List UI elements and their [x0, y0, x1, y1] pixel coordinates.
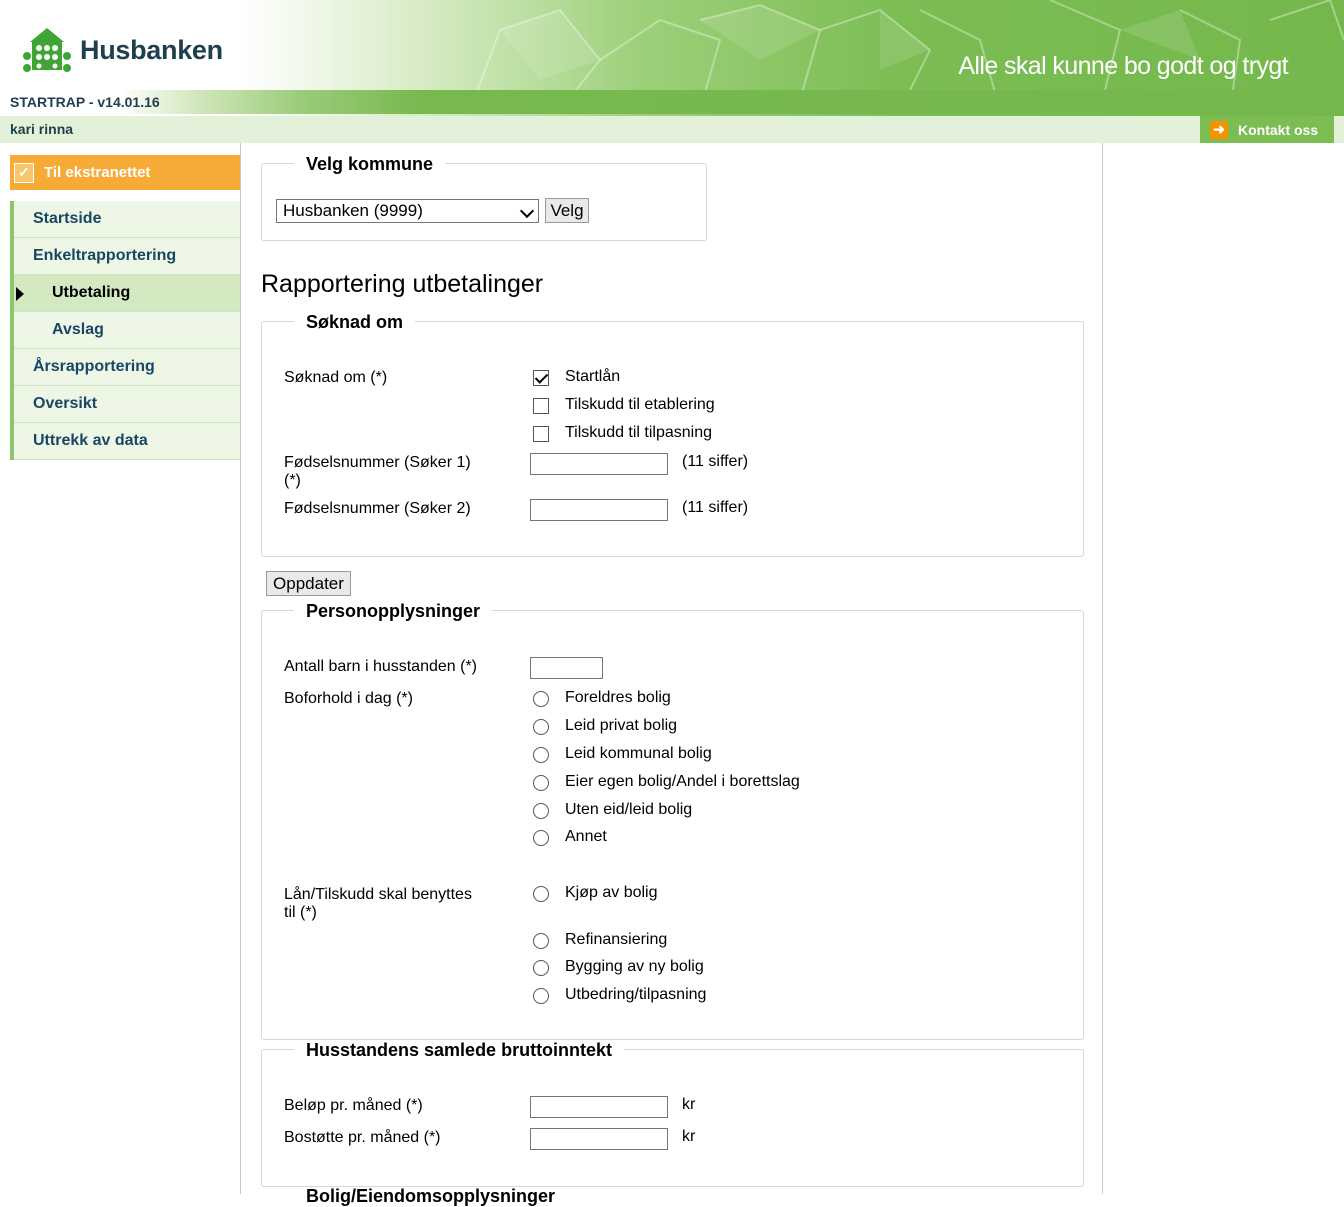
belop-unit: kr: [682, 1096, 696, 1113]
content-border-right: [1102, 143, 1103, 1194]
app-version: STARTRAP - v14.01.16: [10, 94, 160, 110]
sidebar-item-uttrekk[interactable]: Uttrekk av data: [14, 423, 241, 460]
kommune-selected-value: Husbanken (9999): [283, 201, 423, 220]
sidebar-item-label: Uttrekk av data: [33, 432, 148, 449]
sidebar-item-label: Utbetaling: [52, 284, 131, 301]
sidebar-item-avslag[interactable]: Avslag: [14, 312, 241, 349]
boforhold-radio-foreldres[interactable]: [533, 691, 549, 707]
logo-text: Husbanken: [80, 34, 223, 65]
boforhold-label: Boforhold i dag (*): [284, 690, 413, 707]
boforhold-option-label: Leid kommunal bolig: [565, 745, 712, 762]
fnr1-label-line1: Fødselsnummer (Søker 1): [284, 454, 471, 471]
contact-label: Kontakt oss: [1238, 121, 1319, 138]
boforhold-radio-annet[interactable]: [533, 830, 549, 846]
sidebar-item-label: Startside: [33, 210, 102, 227]
version-bar: STARTRAP - v14.01.16: [0, 90, 1344, 114]
boforhold-radio-uten[interactable]: [533, 803, 549, 819]
velg-button[interactable]: Velg: [545, 198, 589, 223]
boforhold-option-label: Foreldres bolig: [565, 689, 671, 706]
boforhold-option-label: Annet: [565, 828, 607, 845]
bruk-option-label: Refinansiering: [565, 931, 668, 948]
fnr2-label: Fødselsnummer (Søker 2): [284, 500, 471, 517]
fnr1-hint: (11 siffer): [682, 453, 749, 470]
fnr2-input[interactable]: [530, 499, 668, 521]
barn-input[interactable]: [530, 657, 603, 679]
bostotte-input[interactable]: [530, 1128, 668, 1150]
bolig-legend-partial: Bolig/Eiendomsopplysninger: [306, 1186, 556, 1206]
soknad-legend: Søknad om: [294, 312, 416, 333]
barn-label: Antall barn i husstanden (*): [284, 658, 477, 675]
belop-label: Beløp pr. måned (*): [284, 1097, 423, 1114]
boforhold-radio-leid-kommunal[interactable]: [533, 747, 549, 763]
tagline: Alle skal kunne bo godt og trygt: [958, 52, 1288, 80]
user-bar: kari rinna ➜ Kontakt oss: [0, 116, 1344, 143]
husbanken-logo[interactable]: Husbanken: [22, 26, 223, 74]
bostotte-label: Bostøtte pr. måned (*): [284, 1129, 441, 1146]
arrow-right-icon: ➜: [1210, 120, 1228, 139]
logged-in-user: kari rinna: [10, 121, 74, 137]
sidebar-item-label: Enkeltrapportering: [33, 247, 177, 264]
sidebar-item-enkeltrapportering[interactable]: Enkeltrapportering: [14, 238, 241, 275]
page-title: Rapportering utbetalinger: [261, 270, 544, 298]
boforhold-option-label: Leid privat bolig: [565, 717, 678, 734]
to-extranet-label: Til ekstranettet: [44, 164, 151, 181]
sidebar-item-utbetaling[interactable]: Utbetaling: [14, 275, 241, 312]
startlan-label: Startlån: [565, 368, 621, 385]
boforhold-option-label: Uten eid/leid bolig: [565, 801, 693, 818]
to-extranet-button[interactable]: ✓ Til ekstranettet: [10, 155, 241, 190]
soknad-label: Søknad om (*): [284, 369, 388, 386]
inntekt-legend: Husstandens samlede bruttoinntekt: [294, 1040, 625, 1061]
startlan-checkbox[interactable]: [533, 370, 549, 386]
kommune-legend: Velg kommune: [294, 154, 446, 175]
bruk-radio-utbedring[interactable]: [533, 988, 549, 1004]
sidebar-item-label: Oversikt: [33, 395, 98, 412]
bruk-radio-bygging[interactable]: [533, 960, 549, 976]
sidebar: ✓ Til ekstranettet Startside Enkeltrappo…: [10, 155, 241, 460]
tilpasning-label: Tilskudd til tilpasning: [565, 424, 713, 441]
fnr1-label: Fødselsnummer (Søker 1) (*): [284, 454, 471, 490]
bruk-radio-kjop[interactable]: [533, 886, 549, 902]
current-page-arrow-icon: [16, 287, 24, 301]
fnr1-label-line2: (*): [284, 472, 301, 489]
belop-input[interactable]: [530, 1096, 668, 1118]
tilpasning-checkbox[interactable]: [533, 426, 549, 442]
fnr1-input[interactable]: [530, 453, 668, 475]
boforhold-radio-eier[interactable]: [533, 775, 549, 791]
person-legend: Personopplysninger: [294, 601, 493, 622]
sidebar-item-startside[interactable]: Startside: [14, 201, 241, 238]
bruk-radio-refinansiering[interactable]: [533, 933, 549, 949]
sidebar-item-arsrapportering[interactable]: Årsrapportering: [14, 349, 241, 386]
bruk-option-label: Utbedring/tilpasning: [565, 986, 707, 1003]
fnr2-hint: (11 siffer): [682, 499, 749, 516]
kommune-select[interactable]: Husbanken (9999): [276, 199, 539, 223]
boforhold-option-label: Eier egen bolig/Andel i borettslag: [565, 773, 800, 790]
bruk-option-label: Kjøp av bolig: [565, 884, 658, 901]
checkmark-icon: ✓: [14, 162, 34, 183]
husbanken-logo-icon: [23, 28, 71, 72]
bruk-option-label: Bygging av ny bolig: [565, 958, 704, 975]
sidebar-item-label: Årsrapportering: [33, 358, 155, 375]
contact-button[interactable]: ➜ Kontakt oss: [1200, 116, 1334, 143]
bostotte-unit: kr: [682, 1128, 696, 1145]
bruk-label: Lån/Tilskudd skal benyttes til (*): [284, 886, 472, 922]
sidebar-nav: Startside Enkeltrapportering Utbetaling …: [10, 201, 241, 460]
sidebar-item-label: Avslag: [52, 321, 104, 338]
content-border-left: [240, 143, 241, 1194]
oppdater-button[interactable]: Oppdater: [266, 571, 351, 596]
bruk-label-line2: til (*): [284, 904, 317, 921]
etablering-label: Tilskudd til etablering: [565, 396, 715, 413]
site-header: Husbanken Alle skal kunne bo godt og try…: [0, 0, 1344, 116]
chevron-down-icon: [519, 203, 535, 219]
boforhold-radio-leid-privat[interactable]: [533, 719, 549, 735]
etablering-checkbox[interactable]: [533, 398, 549, 414]
bruk-label-line1: Lån/Tilskudd skal benyttes: [284, 886, 472, 903]
sidebar-item-oversikt[interactable]: Oversikt: [14, 386, 241, 423]
inntekt-fieldset: Husstandens samlede bruttoinntekt: [261, 1040, 1084, 1187]
